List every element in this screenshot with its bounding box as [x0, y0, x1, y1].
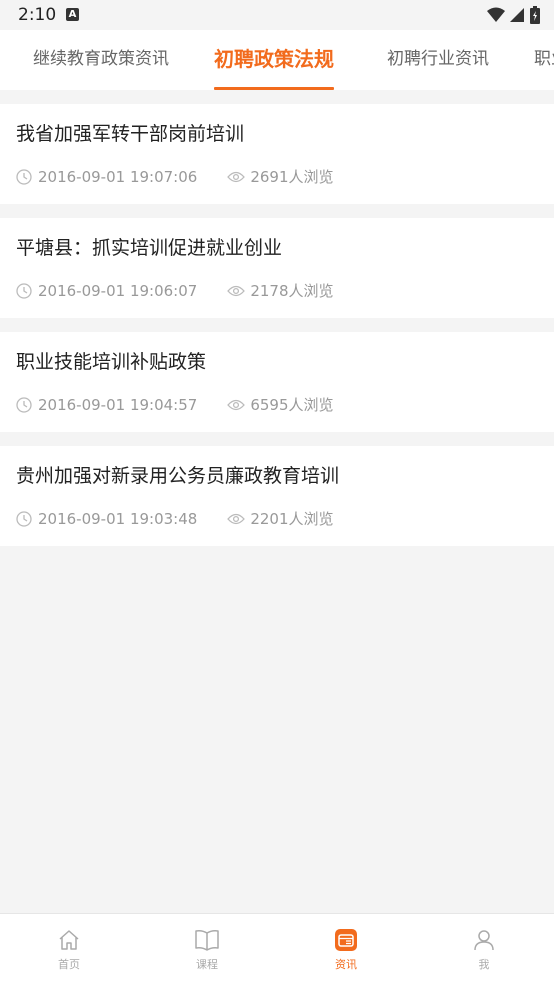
nav-label: 资讯	[335, 958, 357, 971]
news-item[interactable]: 平塘县：抓实培训促进就业创业 2016-09-01 19:06:07 2178人…	[0, 218, 554, 318]
news-views: 2691人浏览	[250, 168, 334, 186]
clock-icon	[16, 282, 32, 299]
views-group: 2201人浏览	[227, 508, 334, 529]
status-bar: 2:10 A	[0, 0, 554, 30]
news-views: 2178人浏览	[250, 282, 334, 300]
nav-news[interactable]: 资讯	[296, 914, 396, 984]
eye-icon	[227, 171, 246, 182]
bottom-nav: 首页 课程 资讯 我	[0, 913, 554, 984]
news-meta: 2016-09-01 19:04:57 6595人浏览	[16, 394, 334, 415]
clock-icon	[16, 510, 32, 527]
news-meta: 2016-09-01 19:07:06 2691人浏览	[16, 166, 334, 187]
wifi-icon	[487, 7, 505, 22]
eye-icon	[227, 399, 246, 410]
nav-me[interactable]: 我	[434, 914, 534, 984]
news-item[interactable]: 我省加强军转干部岗前培训 2016-09-01 19:07:06 2691人浏览	[0, 104, 554, 204]
tab-initial-hire-industry-news[interactable]: 初聘行业资讯	[387, 30, 489, 90]
eye-icon	[227, 513, 246, 524]
views-group: 6595人浏览	[227, 394, 334, 415]
nav-label: 首页	[58, 958, 80, 971]
news-item[interactable]: 职业技能培训补贴政策 2016-09-01 19:04:57 6595人浏览	[0, 332, 554, 432]
news-title: 贵州加强对新录用公务员廉政教育培训	[16, 465, 340, 487]
tab-initial-hire-regulations[interactable]: 初聘政策法规	[214, 30, 334, 90]
clock-icon	[16, 396, 32, 413]
battery-icon	[530, 6, 540, 24]
notification-a-icon: A	[66, 8, 79, 21]
news-meta: 2016-09-01 19:03:48 2201人浏览	[16, 508, 334, 529]
status-time: 2:10	[18, 5, 57, 25]
news-list: 我省加强军转干部岗前培训 2016-09-01 19:07:06 2691人浏览…	[0, 104, 554, 560]
news-icon	[335, 929, 357, 951]
news-views: 6595人浏览	[250, 396, 334, 414]
signal-icon	[510, 8, 524, 22]
news-title: 我省加强军转干部岗前培训	[16, 123, 245, 145]
eye-icon	[227, 285, 246, 296]
news-date: 2016-09-01 19:04:57	[38, 395, 198, 414]
status-icons	[487, 6, 540, 24]
news-date: 2016-09-01 19:06:07	[38, 281, 198, 300]
news-meta: 2016-09-01 19:06:07 2178人浏览	[16, 280, 334, 301]
news-title: 平塘县：抓实培训促进就业创业	[16, 237, 283, 259]
news-item[interactable]: 贵州加强对新录用公务员廉政教育培训 2016-09-01 19:03:48 22…	[0, 446, 554, 546]
views-group: 2178人浏览	[227, 280, 334, 301]
news-date: 2016-09-01 19:07:06	[38, 167, 198, 186]
nav-course[interactable]: 课程	[157, 914, 257, 984]
news-views: 2201人浏览	[250, 510, 334, 528]
nav-label: 课程	[196, 958, 218, 971]
home-icon	[59, 930, 79, 950]
clock-icon	[16, 168, 32, 185]
category-tabs: 继续教育政策资讯 初聘政策法规 初聘行业资讯 职业	[0, 30, 554, 90]
news-title: 职业技能培训补贴政策	[16, 351, 207, 373]
book-icon	[195, 930, 219, 951]
nav-label: 我	[478, 958, 490, 971]
tab-vocational[interactable]: 职业	[534, 30, 554, 90]
nav-home[interactable]: 首页	[19, 914, 119, 984]
views-group: 2691人浏览	[227, 166, 334, 187]
tab-continuing-education-policy[interactable]: 继续教育政策资讯	[33, 30, 169, 90]
user-icon	[474, 930, 494, 951]
news-date: 2016-09-01 19:03:48	[38, 509, 198, 528]
